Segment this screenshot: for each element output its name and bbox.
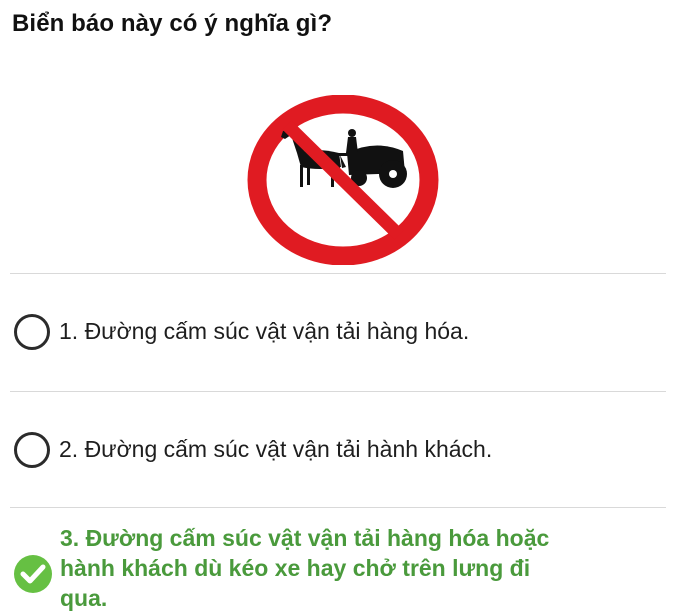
traffic-sign-image [245,95,441,265]
divider [10,391,666,392]
answer-option-2[interactable]: 2. Đường cấm súc vật vận tải hành khách. [14,432,664,468]
checkmark-icon[interactable] [14,555,52,593]
radio-button[interactable] [14,432,50,468]
divider [10,273,666,274]
radio-button[interactable] [14,314,50,350]
answer-label: 1. Đường cấm súc vật vận tải hàng hóa. [59,318,470,344]
question-title: Biển báo này có ý nghĩa gì? [12,10,333,37]
answer-label-line-2: hành khách dù kéo xe hay chở trên lưng đ… [60,555,531,581]
answer-option-3[interactable]: 3. Đường cấm súc vật vận tải hàng hóa ho… [14,523,664,593]
answer-label-line-3: qua. [60,585,108,611]
answer-option-1[interactable]: 1. Đường cấm súc vật vận tải hàng hóa. [14,314,664,350]
no-animal-drawn-vehicles-sign-icon [247,95,439,265]
answer-label-line-1: 3. Đường cấm súc vật vận tải hàng hóa ho… [60,525,550,551]
divider [10,507,666,508]
answer-label: 2. Đường cấm súc vật vận tải hành khách. [59,436,493,462]
